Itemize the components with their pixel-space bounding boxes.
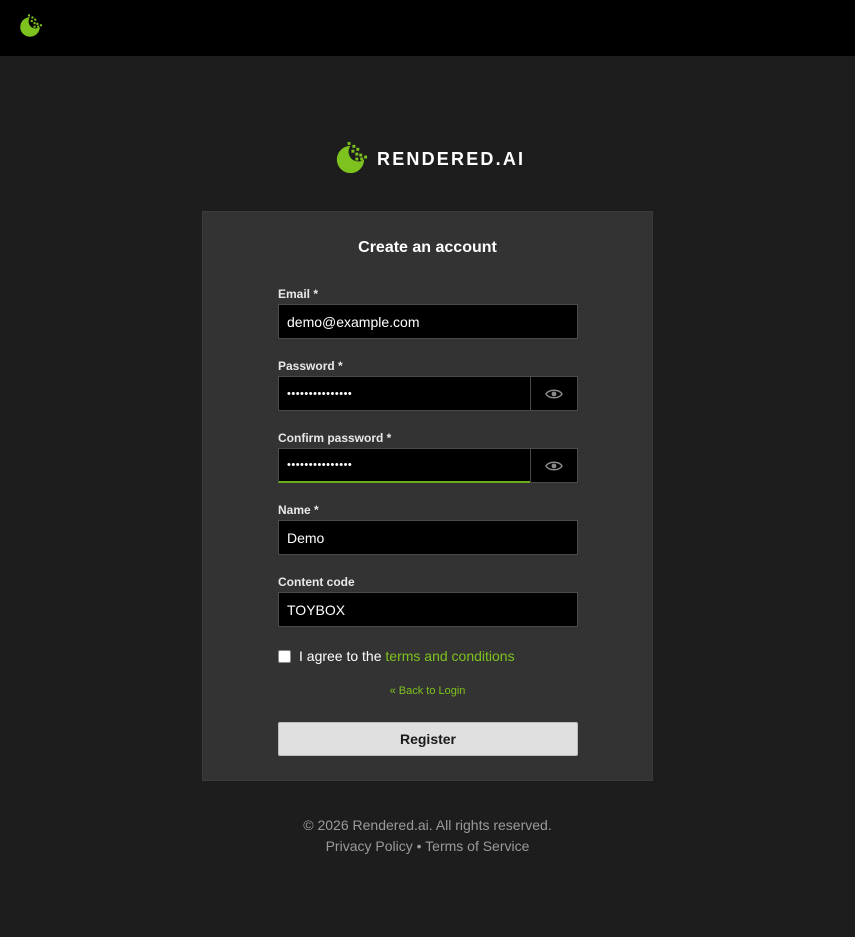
rendered-ai-logo-icon	[336, 141, 368, 173]
footer-separator: •	[412, 838, 426, 854]
eye-icon	[545, 461, 563, 470]
confirm-password-label: Confirm password *	[278, 431, 392, 445]
terms-link[interactable]: terms and conditions	[385, 648, 514, 664]
footer: © 2026 Rendered.ai. All rights reserved.…	[0, 815, 855, 857]
footer-links: Privacy Policy • Terms of Service	[0, 836, 855, 857]
brand-logo: RENDERED.AI	[331, 139, 525, 179]
show-password-button[interactable]	[530, 376, 578, 411]
back-to-login-row: « Back to Login	[203, 685, 652, 697]
email-field[interactable]: demo@example.com	[278, 304, 578, 339]
top-bar	[0, 0, 855, 56]
terms-agreement: I agree to the terms and conditions	[278, 648, 515, 664]
register-card: Create an account Email * demo@example.c…	[202, 211, 653, 781]
confirm-password-field[interactable]: •••••••••••••••	[278, 448, 531, 483]
back-to-login-link[interactable]: « Back to Login	[390, 685, 466, 697]
show-confirm-password-button[interactable]	[530, 448, 578, 483]
eye-icon	[545, 389, 563, 398]
name-field[interactable]: Demo	[278, 520, 578, 555]
content-code-field[interactable]: TOYBOX	[278, 592, 578, 627]
brand-wordmark: RENDERED.AI	[377, 148, 526, 169]
agree-text: I agree to the	[299, 648, 386, 664]
copyright-text: © 2026 Rendered.ai. All rights reserved.	[303, 817, 552, 833]
content-code-label: Content code	[278, 575, 355, 589]
terms-checkbox[interactable]	[278, 649, 291, 663]
rendered-ai-logo-icon[interactable]	[16, 13, 44, 41]
password-label: Password *	[278, 359, 343, 373]
name-label: Name *	[278, 503, 319, 517]
terms-of-service-link[interactable]: Terms of Service	[425, 838, 529, 854]
privacy-policy-link[interactable]: Privacy Policy	[326, 838, 413, 854]
register-button[interactable]: Register	[278, 722, 578, 756]
password-field[interactable]: •••••••••••••••	[278, 376, 531, 411]
form-title: Create an account	[358, 239, 497, 256]
email-label: Email *	[278, 287, 319, 301]
